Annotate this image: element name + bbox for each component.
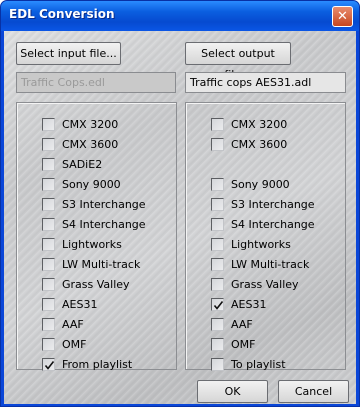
input-option-label: AAF [62, 318, 84, 331]
close-icon: ✕ [337, 9, 348, 24]
output-checkbox[interactable] [211, 318, 224, 331]
input-option-label: Grass Valley [62, 278, 130, 291]
input-checkbox[interactable] [42, 338, 55, 351]
input-option-label: CMX 3600 [62, 138, 119, 151]
output-format-panel: CMX 3200 CMX 3600 Sony 9000 S3 Interchange S… [185, 102, 346, 371]
output-option-label: AAF [231, 318, 253, 331]
output-option-label: OMF [231, 338, 256, 351]
input-checkbox[interactable] [42, 158, 55, 171]
input-checkbox[interactable] [42, 258, 55, 271]
output-file-field[interactable]: Traffic cops AES31.adl [185, 72, 346, 93]
output-checkbox[interactable] [211, 298, 224, 311]
input-option-label: Sony 9000 [62, 178, 121, 191]
input-option-label: LW Multi-track [62, 258, 141, 271]
output-option-label: S4 Interchange [231, 218, 315, 231]
output-option-label: CMX 3600 [231, 138, 288, 151]
title-bar[interactable]: EDL Conversion ✕ [1, 1, 359, 31]
output-checkbox[interactable] [211, 178, 224, 191]
checkmark-icon [213, 301, 224, 310]
input-checkbox[interactable] [42, 218, 55, 231]
output-option-label: To playlist [231, 358, 286, 371]
input-checkbox[interactable] [42, 298, 55, 311]
ok-button[interactable]: OK [197, 380, 268, 403]
input-option-label: AES31 [62, 298, 98, 311]
input-checkbox[interactable] [42, 198, 55, 211]
input-checkbox[interactable] [42, 278, 55, 291]
input-option-label: S3 Interchange [62, 198, 146, 211]
input-checkbox[interactable] [42, 178, 55, 191]
input-checkbox[interactable] [42, 358, 55, 371]
input-option-label: CMX 3200 [62, 118, 119, 131]
input-checkbox[interactable] [42, 118, 55, 131]
checkmark-icon [44, 361, 55, 370]
output-option-label: Lightworks [231, 238, 291, 251]
select-input-file-button[interactable]: Select input file... [16, 42, 121, 65]
output-checkbox[interactable] [211, 238, 224, 251]
dialog-body: Select input file... Select output file.… [4, 31, 356, 404]
input-format-panel: CMX 3200 CMX 3600 SADiE2 Sony 9000 S3 Interc… [16, 102, 177, 371]
input-checkbox[interactable] [42, 238, 55, 251]
output-checkbox[interactable] [211, 278, 224, 291]
output-checkbox[interactable] [211, 258, 224, 271]
output-checkbox[interactable] [211, 218, 224, 231]
input-option-label: OMF [62, 338, 87, 351]
input-option-label: Lightworks [62, 238, 122, 251]
input-option-label: S4 Interchange [62, 218, 146, 231]
output-checkbox[interactable] [211, 358, 224, 371]
output-checkbox[interactable] [211, 138, 224, 151]
output-option-label: LW Multi-track [231, 258, 310, 271]
output-option-label: CMX 3200 [231, 118, 288, 131]
window-title: EDL Conversion [9, 7, 115, 21]
output-option-label: Sony 9000 [231, 178, 290, 191]
close-button[interactable]: ✕ [332, 6, 353, 27]
select-output-file-button[interactable]: Select output file... [185, 42, 291, 81]
edl-conversion-dialog: EDL Conversion ✕ Select input file... Se… [0, 0, 360, 407]
output-checkbox[interactable] [211, 198, 224, 211]
output-checkbox[interactable] [211, 338, 224, 351]
output-option-label: S3 Interchange [231, 198, 315, 211]
input-file-field[interactable]: Traffic Cops.edl [16, 72, 176, 93]
cancel-button[interactable]: Cancel [278, 380, 349, 403]
input-option-label: From playlist [62, 358, 133, 371]
output-option-label: Grass Valley [231, 278, 299, 291]
input-checkbox[interactable] [42, 138, 55, 151]
output-checkbox[interactable] [211, 118, 224, 131]
input-checkbox[interactable] [42, 318, 55, 331]
input-option-label: SADiE2 [62, 158, 103, 171]
output-option-label: AES31 [231, 298, 267, 311]
